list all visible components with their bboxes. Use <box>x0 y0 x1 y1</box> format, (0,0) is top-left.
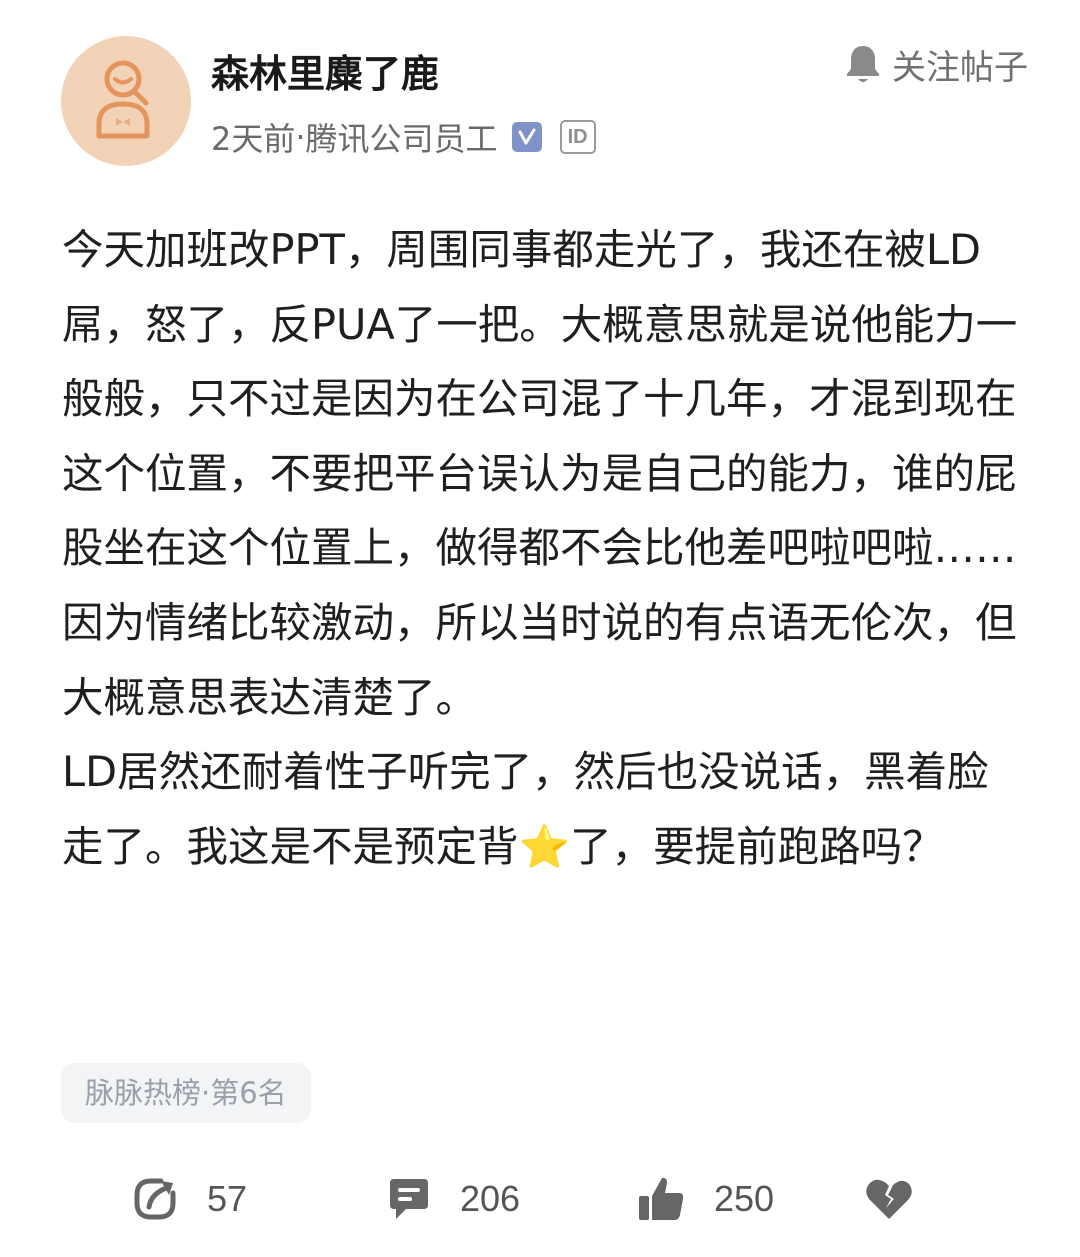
share-count: 57 <box>207 1178 248 1219</box>
action-bar: 57 206 250 <box>0 1168 1080 1230</box>
like-button[interactable]: 250 <box>636 1168 774 1230</box>
share-icon <box>134 1178 176 1220</box>
post-paragraph: 今天加班改PPT，周围同事都走光了，我还在被LD屌，怒了，反PUA了一把。大概意… <box>62 225 1018 722</box>
like-count: 250 <box>714 1178 775 1219</box>
broken-heart-icon <box>866 1179 912 1219</box>
avatar[interactable] <box>61 36 191 166</box>
post-paragraph: LD居然还耐着性子听完了，然后也没说话，黑着脸走了。我这是不是预定背⭐了，要提前… <box>62 747 989 871</box>
comment-icon <box>390 1179 428 1219</box>
dislike-button[interactable] <box>864 1168 914 1230</box>
post-body: 今天加班改PPT，周围同事都走光了，我还在被LD屌，怒了，反PUA了一把。大概意… <box>62 213 1027 884</box>
follow-post-label: 关注帖子 <box>892 47 1028 88</box>
comment-button[interactable]: 206 <box>384 1168 520 1230</box>
hot-list-tag[interactable]: 脉脉热榜·第6名 <box>61 1063 311 1123</box>
thumbs-up-icon <box>639 1177 684 1220</box>
share-button[interactable]: 57 <box>131 1168 247 1230</box>
author-company: 腾讯公司员工 <box>305 120 498 158</box>
user-avatar-icon <box>96 60 150 139</box>
author-name[interactable]: 森林里麋了鹿 <box>211 48 439 100</box>
bell-icon <box>847 46 879 82</box>
follow-post-button[interactable]: 关注帖子 <box>844 36 1028 92</box>
id-badge: ID <box>559 120 596 154</box>
post-time: 2天前 <box>211 120 296 158</box>
meta-separator: · <box>295 118 306 156</box>
comment-count: 206 <box>460 1178 521 1219</box>
author-meta: 2天前 · 腾讯公司员工 ID <box>211 112 596 162</box>
verified-check-icon <box>511 122 542 152</box>
